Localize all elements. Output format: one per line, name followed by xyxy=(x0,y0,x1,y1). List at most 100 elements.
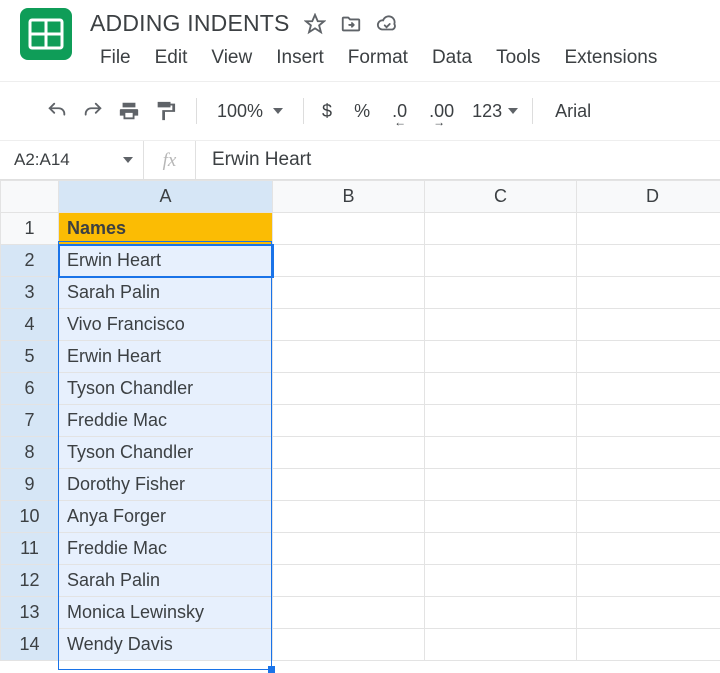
cell[interactable] xyxy=(273,245,425,277)
paint-format-button[interactable] xyxy=(148,96,182,126)
cell[interactable] xyxy=(425,469,577,501)
cell[interactable] xyxy=(577,469,720,501)
menu-insert[interactable]: Insert xyxy=(266,45,334,71)
row-header[interactable]: 14 xyxy=(1,629,59,661)
cell-a4[interactable]: Vivo Francisco xyxy=(59,309,273,341)
cell[interactable] xyxy=(577,437,720,469)
row-header[interactable]: 4 xyxy=(1,309,59,341)
select-all-corner[interactable] xyxy=(1,181,59,213)
cell[interactable] xyxy=(273,341,425,373)
row-header[interactable]: 3 xyxy=(1,277,59,309)
format-currency-button[interactable]: $ xyxy=(318,99,336,124)
zoom-dropdown[interactable]: 100% xyxy=(211,101,289,122)
menu-tools[interactable]: Tools xyxy=(486,45,550,71)
menu-format[interactable]: Format xyxy=(338,45,418,71)
cell[interactable] xyxy=(577,565,720,597)
move-to-folder-icon[interactable] xyxy=(340,13,362,35)
cell[interactable] xyxy=(425,597,577,629)
cell-a6[interactable]: Tyson Chandler xyxy=(59,373,273,405)
cell[interactable] xyxy=(273,277,425,309)
cell[interactable] xyxy=(425,437,577,469)
cell-a1[interactable]: Names xyxy=(59,213,273,245)
row-header[interactable]: 2 xyxy=(1,245,59,277)
name-box[interactable]: A2:A14 xyxy=(0,141,144,179)
cell[interactable] xyxy=(577,405,720,437)
cell[interactable] xyxy=(425,213,577,245)
cell[interactable] xyxy=(273,309,425,341)
cell[interactable] xyxy=(425,373,577,405)
cell[interactable] xyxy=(273,533,425,565)
cell[interactable] xyxy=(577,309,720,341)
cell[interactable] xyxy=(273,629,425,661)
row-header[interactable]: 11 xyxy=(1,533,59,565)
menu-view[interactable]: View xyxy=(201,45,262,71)
cell[interactable] xyxy=(577,213,720,245)
cell-a9[interactable]: Dorothy Fisher xyxy=(59,469,273,501)
row-header[interactable]: 5 xyxy=(1,341,59,373)
row-header[interactable]: 1 xyxy=(1,213,59,245)
cell[interactable] xyxy=(425,629,577,661)
menu-extensions[interactable]: Extensions xyxy=(554,45,667,71)
cell[interactable] xyxy=(273,437,425,469)
row-header[interactable]: 6 xyxy=(1,373,59,405)
cell-a5[interactable]: Erwin Heart xyxy=(59,341,273,373)
column-header-b[interactable]: B xyxy=(273,181,425,213)
redo-button[interactable] xyxy=(76,96,110,126)
cell[interactable] xyxy=(425,405,577,437)
column-header-c[interactable]: C xyxy=(425,181,577,213)
cell[interactable] xyxy=(577,277,720,309)
cell-a14[interactable]: Wendy Davis xyxy=(59,629,273,661)
cell-a7[interactable]: Freddie Mac xyxy=(59,405,273,437)
cell[interactable] xyxy=(577,597,720,629)
column-header-a[interactable]: A xyxy=(59,181,273,213)
cell[interactable] xyxy=(577,501,720,533)
decrease-decimals-button[interactable]: .0← xyxy=(388,99,411,124)
cell[interactable] xyxy=(425,245,577,277)
row-header[interactable]: 8 xyxy=(1,437,59,469)
cell[interactable] xyxy=(425,501,577,533)
cell[interactable] xyxy=(577,533,720,565)
cell-a2[interactable]: Erwin Heart xyxy=(59,245,273,277)
row-header[interactable]: 13 xyxy=(1,597,59,629)
sheets-logo[interactable] xyxy=(20,8,72,60)
document-title[interactable]: ADDING INDENTS xyxy=(90,10,290,37)
row-header[interactable]: 9 xyxy=(1,469,59,501)
cell[interactable] xyxy=(273,405,425,437)
cell[interactable] xyxy=(273,469,425,501)
menu-file[interactable]: File xyxy=(90,45,141,71)
cell-a13[interactable]: Monica Lewinsky xyxy=(59,597,273,629)
cell[interactable] xyxy=(425,277,577,309)
selection-fill-handle[interactable] xyxy=(268,666,275,673)
cell[interactable] xyxy=(273,373,425,405)
cell[interactable] xyxy=(425,565,577,597)
more-formats-dropdown[interactable]: 123 xyxy=(472,101,518,122)
cell-a12[interactable]: Sarah Palin xyxy=(59,565,273,597)
column-header-d[interactable]: D xyxy=(577,181,720,213)
increase-decimals-button[interactable]: .00→ xyxy=(425,99,458,124)
cell[interactable] xyxy=(273,501,425,533)
cell[interactable] xyxy=(273,565,425,597)
cell[interactable] xyxy=(577,629,720,661)
format-percent-button[interactable]: % xyxy=(350,99,374,124)
cell-a8[interactable]: Tyson Chandler xyxy=(59,437,273,469)
print-button[interactable] xyxy=(112,96,146,126)
cell-a3[interactable]: Sarah Palin xyxy=(59,277,273,309)
row-header[interactable]: 7 xyxy=(1,405,59,437)
undo-button[interactable] xyxy=(40,96,74,126)
row-header[interactable]: 10 xyxy=(1,501,59,533)
formula-bar-input[interactable]: Erwin Heart xyxy=(196,149,720,171)
star-icon[interactable] xyxy=(304,13,326,35)
cell[interactable] xyxy=(577,245,720,277)
row-header[interactable]: 12 xyxy=(1,565,59,597)
spreadsheet-grid[interactable]: A B C D 1 Names 2 Erwin Heart 3 Sarah Pa… xyxy=(0,180,720,661)
cell[interactable] xyxy=(425,309,577,341)
menu-edit[interactable]: Edit xyxy=(145,45,198,71)
cell-a10[interactable]: Anya Forger xyxy=(59,501,273,533)
cell[interactable] xyxy=(425,533,577,565)
cell[interactable] xyxy=(425,341,577,373)
cell[interactable] xyxy=(273,597,425,629)
cell[interactable] xyxy=(577,373,720,405)
menu-data[interactable]: Data xyxy=(422,45,482,71)
cell-a11[interactable]: Freddie Mac xyxy=(59,533,273,565)
cloud-status-icon[interactable] xyxy=(376,13,398,35)
